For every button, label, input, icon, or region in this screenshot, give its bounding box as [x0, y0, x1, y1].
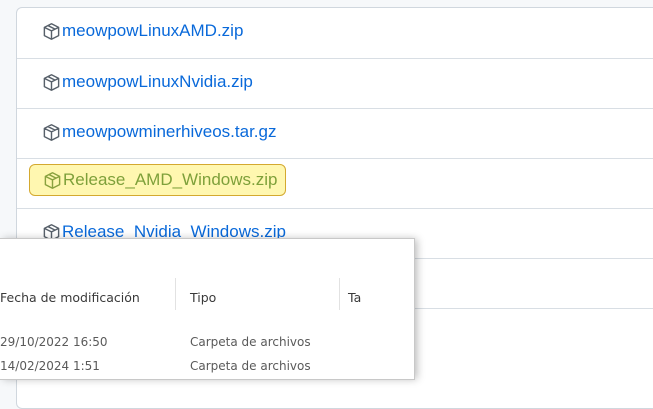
column-header-type[interactable]: Tipo [190, 290, 216, 305]
column-divider[interactable] [339, 278, 340, 310]
file-date: 29/10/2022 16:50 [0, 335, 108, 349]
file-explorer-window: Fecha de modificación Tipo Ta 29/10/2022… [0, 239, 414, 379]
asset-link-release-amd-windows[interactable]: Release_AMD_Windows.zip [29, 164, 287, 196]
asset-name: meowpowminerhiveos.tar.gz [62, 122, 277, 141]
file-type: Carpeta de archivos [190, 335, 311, 349]
package-icon [42, 123, 61, 142]
package-icon [42, 22, 61, 41]
asset-link-meowpow-miner-hiveos[interactable]: meowpowminerhiveos.tar.gz [42, 122, 276, 142]
asset-link-meowpow-linux-nvidia[interactable]: meowpowLinuxNvidia.zip [42, 72, 253, 92]
column-divider[interactable] [175, 278, 176, 310]
asset-name: meowpowLinuxNvidia.zip [62, 72, 253, 91]
asset-name: Release_AMD_Windows.zip [63, 170, 278, 189]
asset-row: meowpowLinuxAMD.zip [17, 8, 653, 58]
package-icon [42, 73, 61, 92]
column-header-size[interactable]: Ta [348, 290, 361, 305]
file-row[interactable]: 14/02/2024 1:51 Carpeta de archivos [0, 359, 414, 381]
file-date: 14/02/2024 1:51 [0, 359, 100, 373]
package-icon [43, 171, 62, 190]
asset-row: Release_AMD_Windows.zip [17, 158, 653, 208]
column-header-date[interactable]: Fecha de modificación [0, 290, 140, 305]
asset-name: meowpowLinuxAMD.zip [62, 21, 244, 40]
asset-row: meowpowminerhiveos.tar.gz [17, 108, 653, 158]
column-headers: Fecha de modificación Tipo Ta [0, 290, 414, 312]
asset-link-meowpow-linux-amd[interactable]: meowpowLinuxAMD.zip [42, 21, 243, 41]
file-row[interactable]: 29/10/2022 16:50 Carpeta de archivos [0, 335, 414, 357]
asset-row: meowpowLinuxNvidia.zip [17, 58, 653, 108]
file-type: Carpeta de archivos [190, 359, 311, 373]
